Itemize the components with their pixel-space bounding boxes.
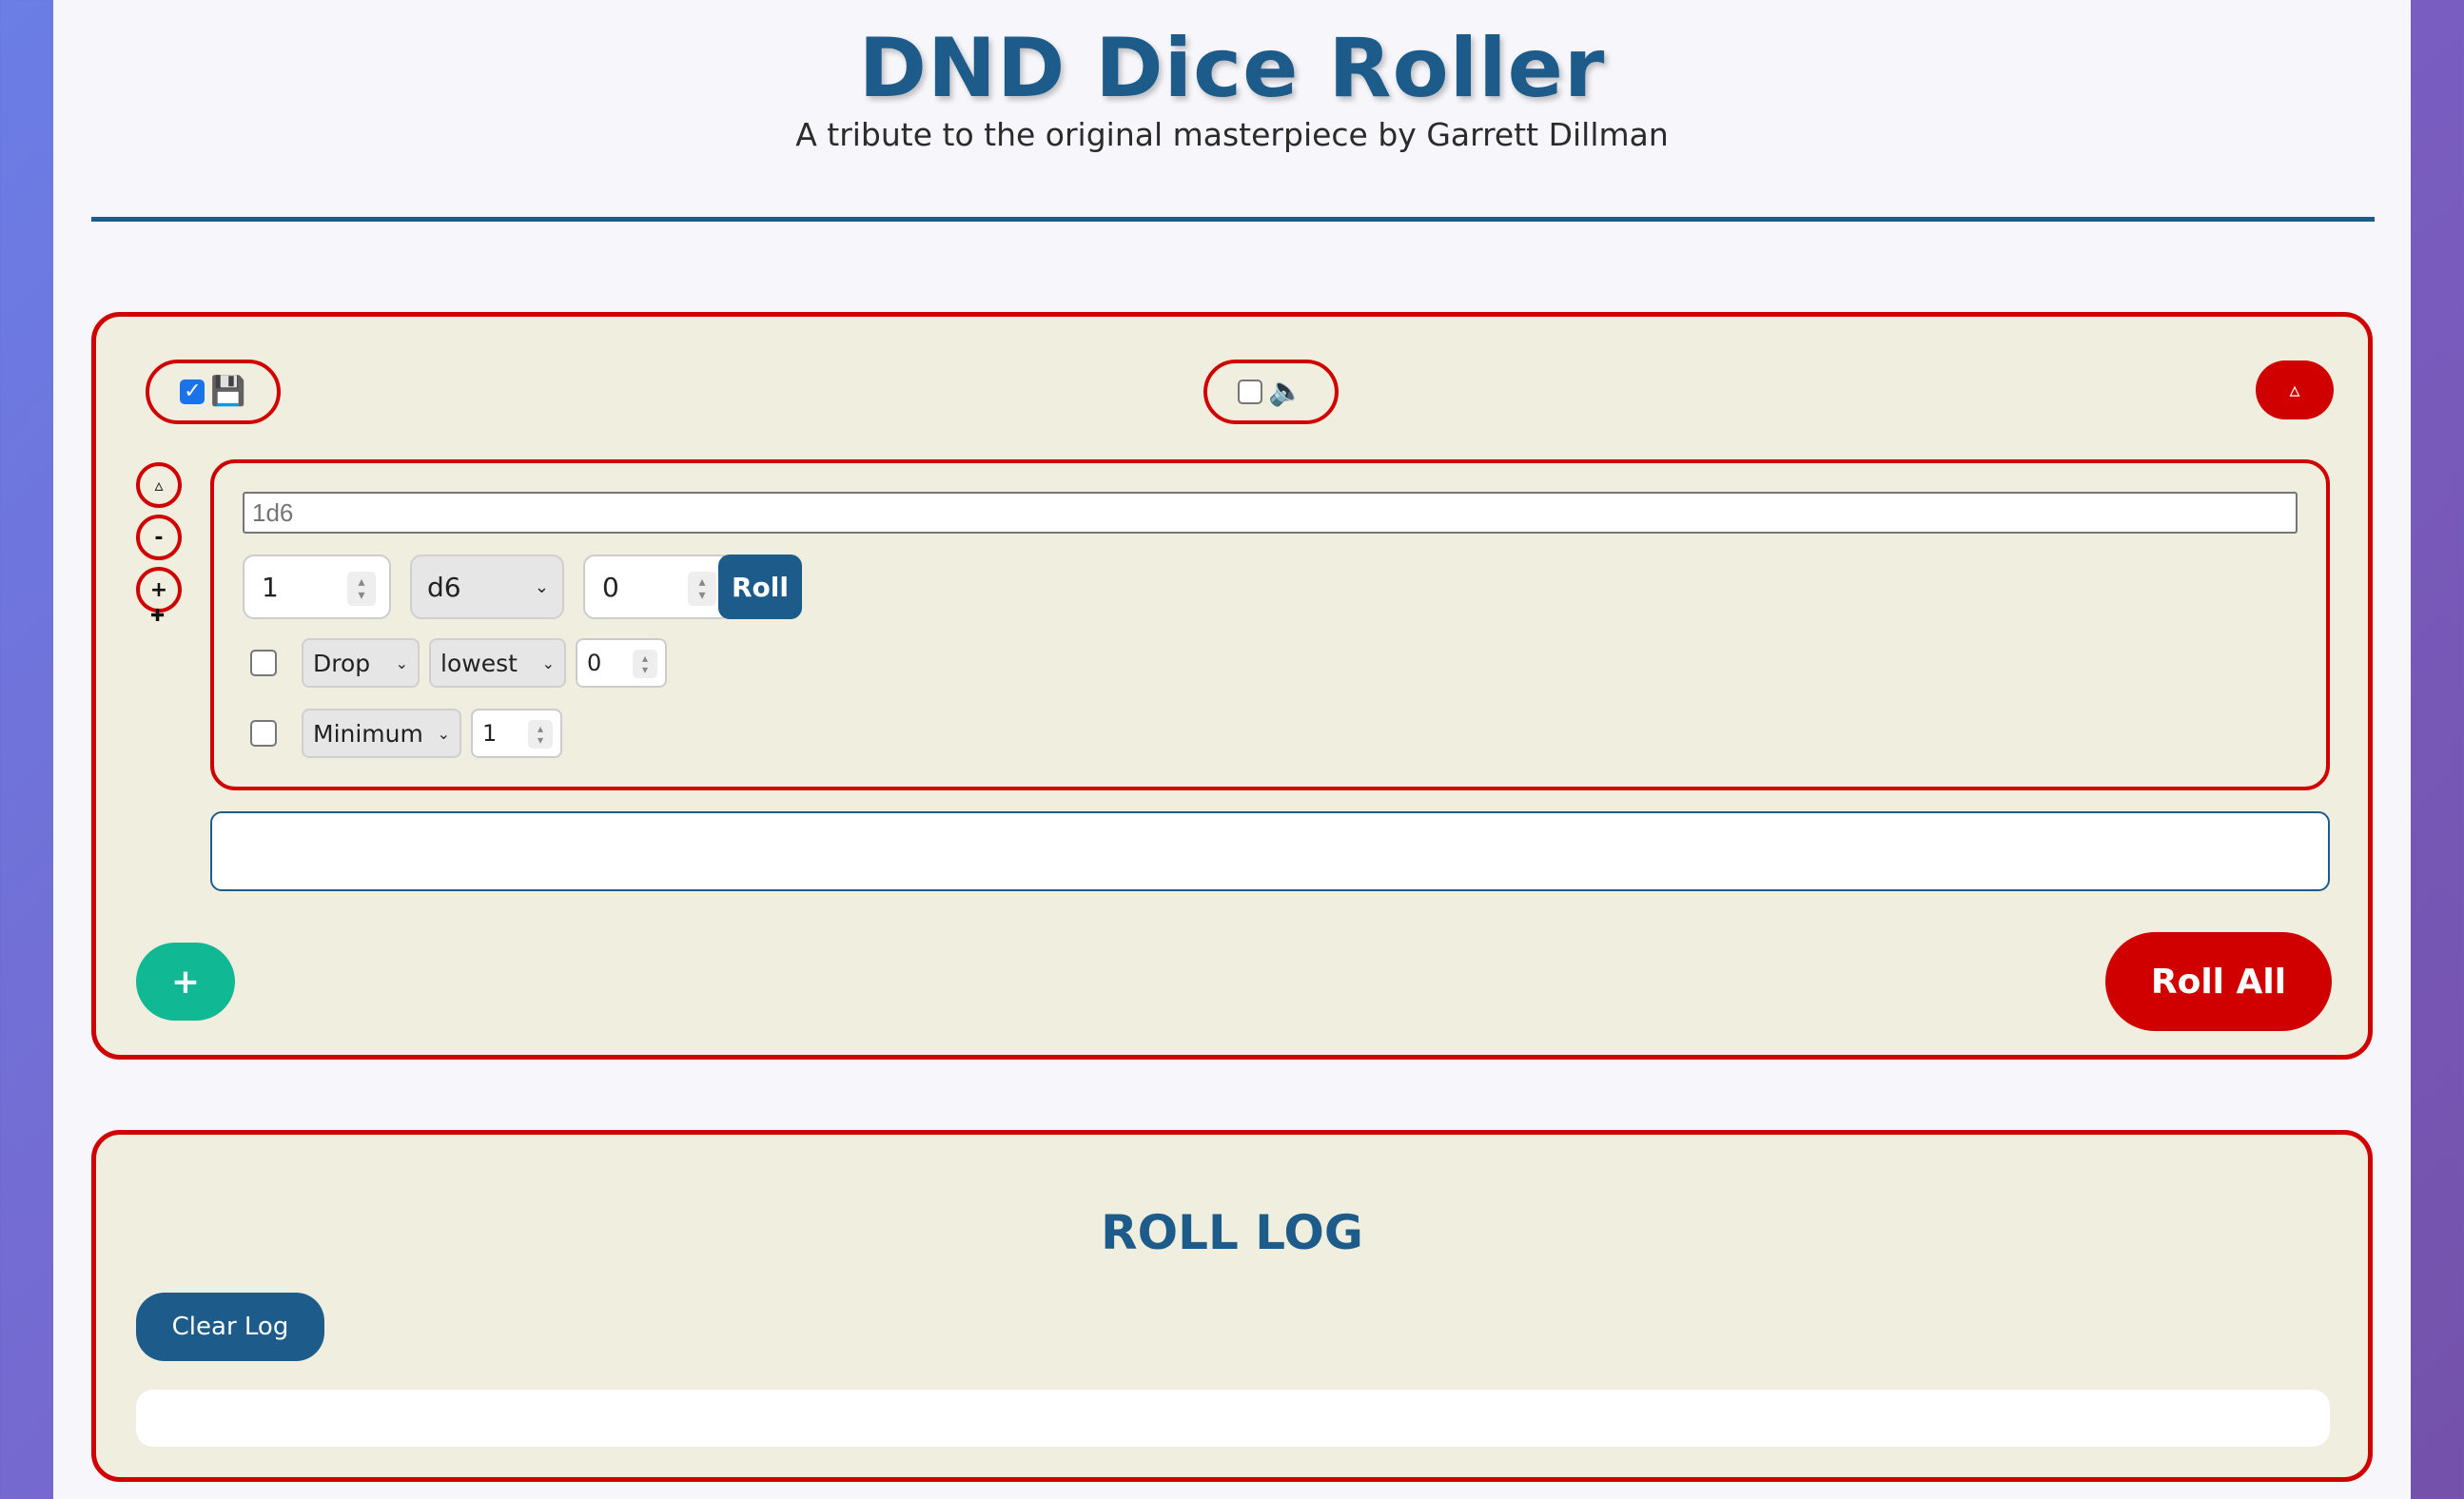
triangle-up-icon: ▵ [2289, 378, 2300, 402]
add-dice-group-button[interactable]: + [136, 943, 235, 1021]
plus-icon: + [149, 577, 168, 602]
roll-all-button[interactable]: Roll All [2105, 932, 2332, 1031]
roll-button[interactable]: Roll [718, 555, 802, 619]
minimum-mode-value: Minimum [313, 719, 423, 748]
drop-which-value: lowest [440, 649, 518, 677]
dice-formula-input[interactable] [243, 492, 2298, 534]
minimum-amount-value: 1 [482, 720, 498, 747]
collapse-panel-button[interactable]: ▵ [2256, 360, 2334, 419]
save-checkbox[interactable] [180, 380, 205, 404]
dice-panel: 💾 🔈 ▵ ▵ - + ✚ 1 ▴▾ d6 ⌄ [91, 312, 2373, 1060]
stepper-icon[interactable]: ▴ ▾ [633, 650, 657, 678]
remove-group-button[interactable]: - [136, 515, 182, 560]
triangle-up-icon: ▵ [154, 475, 164, 496]
drop-amount-input[interactable]: 0 ▴ ▾ [576, 638, 667, 688]
page-title: DND Dice Roller [858, 21, 1606, 116]
sound-checkbox[interactable] [1238, 380, 1263, 404]
minimum-checkbox[interactable] [250, 720, 277, 747]
chevron-down-icon: ⌄ [395, 653, 408, 672]
modifier-value: 0 [602, 571, 619, 603]
drop-mode-value: Drop [313, 649, 371, 677]
page-subtitle: A tribute to the original masterpiece by… [795, 116, 1669, 153]
die-type-value: d6 [427, 571, 461, 603]
drop-amount-value: 0 [587, 650, 602, 676]
page-card: DND Dice Roller A tribute to the origina… [53, 0, 2411, 1499]
minus-icon: - [154, 525, 164, 550]
clear-log-button[interactable]: Clear Log [136, 1293, 324, 1361]
floppy-disk-icon: 💾 [210, 375, 246, 408]
modifier-input[interactable]: 0 ▴ ▾ [583, 555, 732, 619]
stepper-icon[interactable]: ▴ ▾ [528, 720, 553, 749]
chevron-down-icon: ⌄ [534, 576, 549, 597]
drop-mode-select[interactable]: Drop ⌄ [302, 638, 420, 688]
dice-group: 1 ▴▾ d6 ⌄ 0 ▴▾ Roll Drop ⌄ lowest ⌄ [210, 459, 2330, 790]
drop-which-select[interactable]: lowest ⌄ [429, 638, 566, 688]
roll-log-title: ROLL LOG [1101, 1205, 1363, 1260]
dice-count-value: 1 [262, 571, 279, 603]
minimum-amount-input[interactable]: 1 ▴ ▾ [471, 709, 562, 758]
minimum-mode-select[interactable]: Minimum ⌄ [302, 709, 461, 758]
sound-toggle[interactable]: 🔈 [1203, 360, 1339, 424]
chevron-down-icon: ⌄ [541, 653, 555, 672]
roll-log-panel: ROLL LOG Clear Log [91, 1130, 2373, 1482]
roll-result-field[interactable] [210, 811, 2330, 891]
stepper-icon[interactable]: ▴ ▾ [688, 572, 716, 606]
stepper-icon[interactable]: ▴ ▾ [347, 572, 376, 606]
dice-count-input[interactable]: 1 ▴ ▾ [243, 555, 391, 619]
move-up-button[interactable]: ▵ [136, 462, 182, 508]
die-type-select[interactable]: d6 ⌄ [410, 555, 564, 619]
header-divider [91, 217, 2375, 222]
roll-log-list [136, 1390, 2330, 1447]
speaker-mute-icon: 🔈 [1268, 375, 1304, 408]
chevron-down-icon: ⌄ [437, 724, 450, 743]
save-toggle[interactable]: 💾 [146, 360, 281, 424]
drop-checkbox[interactable] [250, 650, 277, 676]
drag-handle-icon[interactable]: ✚ [150, 606, 165, 626]
